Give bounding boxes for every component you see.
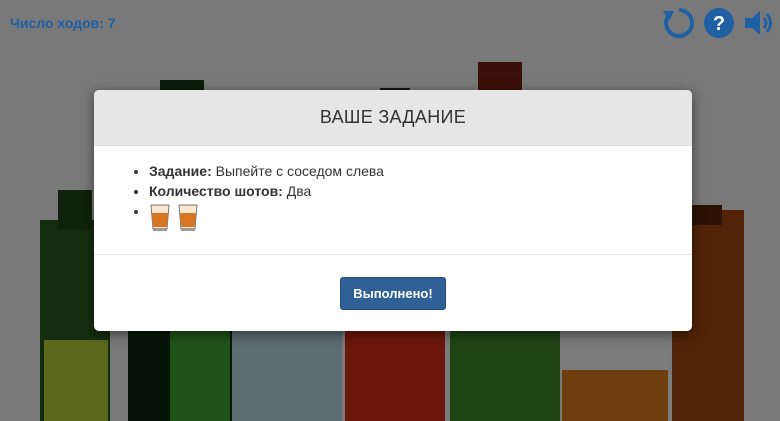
moves-counter: Число ходов: 7 (10, 15, 116, 31)
task-label: Задание: (149, 163, 212, 179)
restart-icon[interactable] (662, 6, 696, 40)
help-icon[interactable]: ? (702, 6, 736, 40)
shot-glass-icon (150, 204, 170, 231)
done-button[interactable]: Выполнено! (340, 276, 446, 310)
shots-icons-item (149, 201, 692, 233)
toolbar-icons: ? (662, 6, 776, 40)
shot-glasses (149, 201, 199, 233)
moves-label: Число ходов: (10, 15, 104, 31)
top-bar: Число ходов: 7 ? (0, 0, 780, 48)
task-value: Выпейте с соседом слева (215, 163, 384, 179)
moves-count: 7 (107, 15, 116, 31)
svg-text:?: ? (713, 13, 725, 35)
shots-item: Количество шотов: Два (149, 181, 692, 201)
shot-glass-icon (178, 204, 198, 231)
task-list: Задание: Выпейте с соседом слева Количес… (94, 161, 692, 233)
modal-body: Задание: Выпейте с соседом слева Количес… (94, 146, 692, 255)
shots-label: Количество шотов: (149, 183, 283, 199)
sound-icon[interactable] (742, 6, 776, 40)
modal-footer: Выполнено! (94, 255, 692, 331)
task-modal: ВАШЕ ЗАДАНИЕ Задание: Выпейте с соседом … (94, 90, 692, 331)
modal-title: ВАШЕ ЗАДАНИЕ (94, 90, 692, 146)
task-item: Задание: Выпейте с соседом слева (149, 161, 692, 181)
shots-value: Два (286, 183, 312, 199)
